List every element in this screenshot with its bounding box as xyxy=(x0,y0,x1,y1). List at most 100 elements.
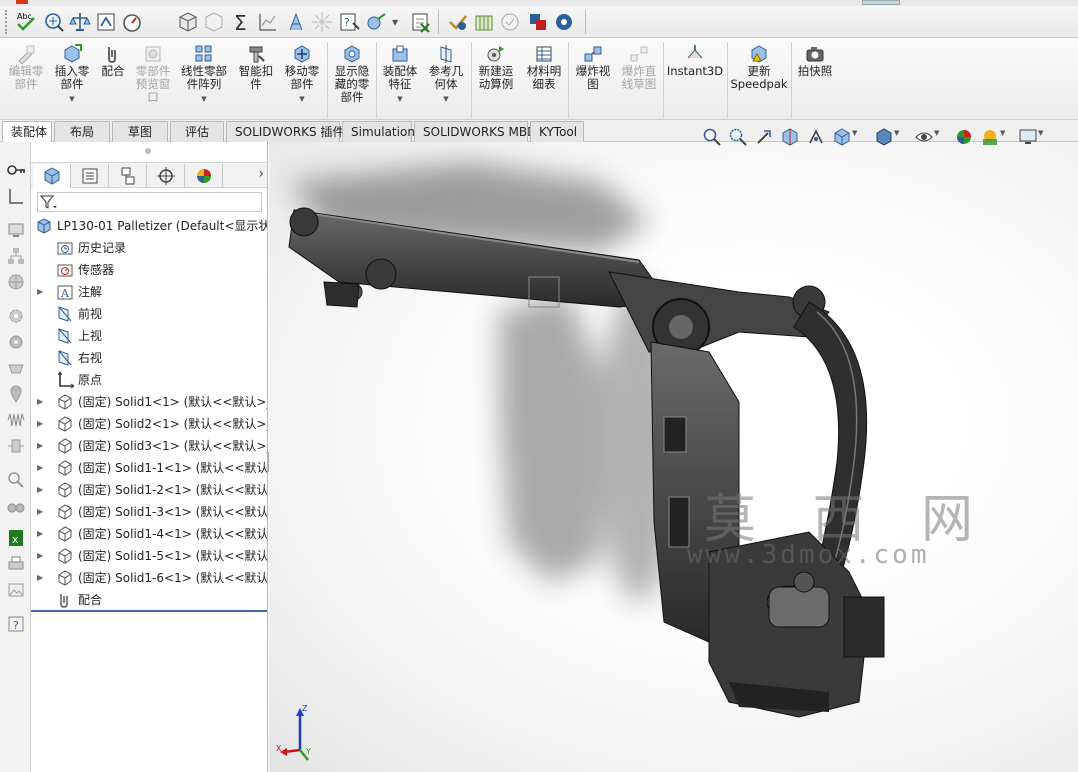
section-view-icon[interactable] xyxy=(780,127,800,147)
component-preview-button[interactable]: 零部件 预览窗 口 xyxy=(131,44,175,104)
bill-of-materials-button[interactable]: 材料明 细表 xyxy=(522,44,566,91)
mass-properties-icon[interactable] xyxy=(68,10,92,34)
expand-arrow-icon[interactable]: ▶ xyxy=(37,391,43,413)
expand-arrow-icon[interactable]: ▶ xyxy=(37,457,43,479)
tree-item-part[interactable]: ▶ (固定) Solid1<1> (默认<<默认>_ xyxy=(31,391,267,413)
display-style-dropdown-icon[interactable]: ▼ xyxy=(894,129,899,137)
measure-icon[interactable] xyxy=(42,10,66,34)
tree-item-part[interactable]: ▶ (固定) Solid1-1<1> (默认<<默认: xyxy=(31,457,267,479)
help-icon[interactable]: ? xyxy=(6,614,26,634)
options-dropdown-icon[interactable]: ▼ xyxy=(392,18,398,27)
view-orientation-icon[interactable] xyxy=(832,127,852,147)
tree-item-part[interactable]: ▶ (固定) Solid1-6<1> (默认<<默认: xyxy=(31,567,267,589)
excel-export-icon[interactable]: x xyxy=(6,528,26,548)
tab-solidworks-addins[interactable]: SOLIDWORKS 插件 xyxy=(226,121,344,142)
toolbar-grip[interactable] xyxy=(5,10,9,34)
tree-item-part[interactable]: ▶ (固定) Solid1-3<1> (默认<<默认: xyxy=(31,501,267,523)
edit-component-button[interactable]: 编辑零 部件 xyxy=(6,44,46,91)
apply-scene-icon[interactable] xyxy=(980,127,1000,147)
key-icon[interactable] xyxy=(6,160,26,180)
instant3d-button[interactable]: Instant3D xyxy=(666,44,724,78)
hide-show-dropdown-icon[interactable]: ▼ xyxy=(934,129,939,137)
expand-arrow-icon[interactable]: ▶ xyxy=(37,413,43,435)
tab-property-manager[interactable] xyxy=(71,164,109,188)
linear-pattern-button[interactable]: 线性零部 件阵列 ▼ xyxy=(178,44,230,106)
tree-item-part[interactable]: ▶ (固定) Solid2<1> (默认<<默认>_ xyxy=(31,413,267,435)
display-style-icon[interactable] xyxy=(874,127,894,147)
filter-icon[interactable] xyxy=(39,193,57,211)
reference-icon[interactable]: ? xyxy=(338,10,362,34)
dimension-icon[interactable] xyxy=(6,186,26,206)
tab-assembly[interactable]: 装配体 xyxy=(2,121,52,142)
cog-icon[interactable] xyxy=(6,332,26,352)
reference-triad[interactable]: Z X Y xyxy=(276,702,324,762)
component-appearance-icon[interactable] xyxy=(176,10,200,34)
assembly-tree-icon[interactable] xyxy=(6,246,26,266)
connector-icon[interactable] xyxy=(6,436,26,456)
reference-geometry-dropdown-icon[interactable]: ▼ xyxy=(424,93,468,106)
circle-check-icon[interactable] xyxy=(498,10,522,34)
simulation-icon[interactable] xyxy=(310,10,334,34)
graphics-area[interactable]: 莫 西 网 www.3dmox.com Z X Y xyxy=(269,142,1078,772)
insert-component-button[interactable]: 插入零 部件 ▼ xyxy=(50,44,94,106)
binoculars-icon[interactable] xyxy=(6,496,26,516)
new-motion-study-button[interactable]: 新建运 动算例 xyxy=(474,44,518,91)
explode-line-sketch-button[interactable]: 爆炸直 线草图 xyxy=(617,44,661,91)
expand-arrow-icon[interactable]: ▶ xyxy=(37,479,43,501)
display-icon[interactable] xyxy=(6,220,26,240)
mate-button[interactable]: 配合 xyxy=(98,44,128,78)
snapshot-button[interactable]: 拍快照 xyxy=(794,44,836,78)
robot-model[interactable] xyxy=(269,142,1078,772)
show-hidden-button[interactable]: 显示隐 藏的零 部件 xyxy=(330,44,374,104)
expand-arrow-icon[interactable]: ▶ xyxy=(37,545,43,567)
tab-kytool[interactable]: KYTool xyxy=(530,121,584,142)
exploded-view-button[interactable]: 爆炸视 图 xyxy=(571,44,615,91)
apply-scene-dropdown-icon[interactable]: ▼ xyxy=(1000,129,1005,137)
expand-arrow-icon[interactable]: ▶ xyxy=(37,567,43,589)
move-component-button[interactable]: 移动零 部件 ▼ xyxy=(280,44,324,106)
tab-display-manager[interactable] xyxy=(185,164,223,188)
zoom-to-fit-icon[interactable] xyxy=(702,127,722,147)
color-icon[interactable] xyxy=(526,10,550,34)
tree-item-front-plane[interactable]: 前视 xyxy=(31,303,267,325)
tree-item-sensors[interactable]: 传感器 xyxy=(31,259,267,281)
search-icon[interactable] xyxy=(6,470,26,490)
assembly-features-dropdown-icon[interactable]: ▼ xyxy=(379,93,421,106)
property-icon[interactable] xyxy=(472,10,496,34)
update-speedpak-button[interactable]: 更新 Speedpak xyxy=(730,44,788,91)
tab-simulation[interactable]: Simulation xyxy=(342,121,415,142)
tree-item-right-plane[interactable]: 右视 xyxy=(31,347,267,369)
rebuild-icon[interactable] xyxy=(284,10,308,34)
section-properties-icon[interactable] xyxy=(94,10,118,34)
dynamic-annotation-icon[interactable] xyxy=(806,127,826,147)
graph-icon[interactable] xyxy=(256,10,280,34)
tree-item-part[interactable]: ▶ (固定) Solid1-2<1> (默认<<默认: xyxy=(31,479,267,501)
check-icon[interactable] xyxy=(446,10,470,34)
expand-arrow-icon[interactable]: ▶ xyxy=(37,523,43,545)
tab-sketch[interactable]: 草图 xyxy=(112,121,168,142)
tree-item-history[interactable]: 历史记录 xyxy=(31,237,267,259)
options-icon[interactable] xyxy=(364,10,388,34)
sum-icon[interactable]: Σ xyxy=(230,10,254,35)
tab-layout[interactable]: 布局 xyxy=(54,121,110,142)
tree-item-part[interactable]: ▶ (固定) Solid3<1> (默认<<默认>_ xyxy=(31,435,267,457)
tab-feature-manager[interactable] xyxy=(33,164,71,188)
spring-icon[interactable] xyxy=(6,410,26,430)
chevron-right-icon[interactable]: › xyxy=(258,166,264,182)
reference-geometry-button[interactable]: 参考几 何体 ▼ xyxy=(424,44,468,106)
tree-item-mates[interactable]: 配合 xyxy=(31,589,267,611)
location-icon[interactable] xyxy=(6,384,26,404)
globe-icon[interactable] xyxy=(6,272,26,292)
previous-view-icon[interactable] xyxy=(754,127,774,147)
tree-item-annotations[interactable]: ▶ A 注解 xyxy=(31,281,267,303)
tab-dimxpert-manager[interactable] xyxy=(147,164,185,188)
image-icon[interactable] xyxy=(6,580,26,600)
assembly-features-button[interactable]: 装配体 特征 ▼ xyxy=(379,44,421,106)
tab-evaluate[interactable]: 评估 xyxy=(170,121,224,142)
tab-configuration-manager[interactable] xyxy=(109,164,147,188)
tree-root-assembly[interactable]: LP130-01 Palletizer (Default<显示状 xyxy=(31,215,267,237)
hide-show-icon[interactable] xyxy=(914,127,934,147)
monitor-dropdown-icon[interactable]: ▼ xyxy=(1038,129,1043,137)
zoom-to-area-icon[interactable] xyxy=(728,127,748,147)
settings-icon[interactable] xyxy=(552,10,576,34)
